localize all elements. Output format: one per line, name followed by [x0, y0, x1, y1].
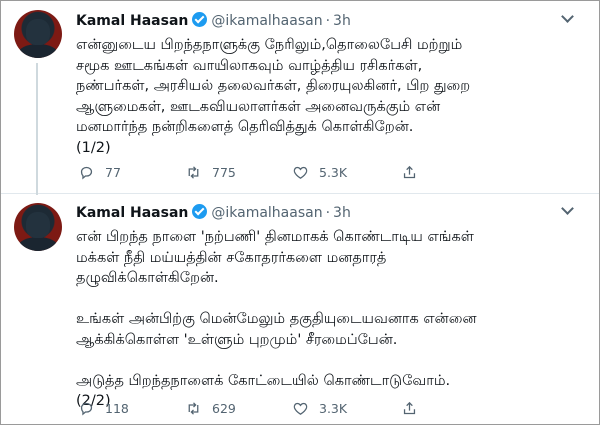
reply-button[interactable]: 118 — [78, 400, 129, 417]
share-icon — [403, 165, 416, 179]
avatar-shoulders — [18, 44, 58, 58]
verified-badge-icon — [192, 204, 208, 219]
separator-dot: · — [325, 205, 331, 221]
retweet-button[interactable]: 629 — [185, 400, 236, 417]
share-button[interactable] — [401, 164, 428, 181]
tweet-timestamp[interactable]: 3h — [333, 205, 351, 221]
retweet-count: 629 — [212, 401, 236, 416]
tweet-actions: 77 775 5.3K — [78, 164, 518, 184]
verified-badge-icon — [192, 12, 208, 27]
tweet-timestamp[interactable]: 3h — [333, 13, 351, 29]
reply-count: 118 — [105, 401, 129, 416]
like-count: 5.3K — [319, 165, 348, 180]
like-button[interactable]: 5.3K — [292, 164, 347, 181]
retweet-icon — [188, 166, 199, 179]
avatar[interactable] — [14, 203, 62, 251]
author-name[interactable]: Kamal Haasan — [76, 13, 188, 29]
share-button[interactable] — [401, 400, 428, 417]
author-name[interactable]: Kamal Haasan — [76, 205, 188, 221]
retweet-icon — [188, 402, 199, 415]
retweet-button[interactable]: 775 — [185, 164, 236, 181]
chevron-down-icon[interactable] — [559, 204, 577, 216]
reply-button[interactable]: 77 — [78, 164, 121, 181]
author-handle[interactable]: @ikamalhaasan — [211, 13, 322, 29]
avatar[interactable] — [14, 10, 62, 58]
separator-dot: · — [325, 13, 331, 29]
avatar-face — [26, 19, 50, 45]
tweet-thread: Kamal Haasan @ikamalhaasan · 3h என்னுடைய பி… — [0, 0, 600, 425]
tweet-text: என் பிறந்த நாளை 'நற்பணி' தினமாகக் கொண்டா… — [76, 229, 477, 409]
tweet-2[interactable]: Kamal Haasan @ikamalhaasan · 3h என் பிறந்த … — [1, 195, 599, 425]
share-icon — [403, 401, 416, 415]
avatar-face — [26, 212, 50, 238]
tweet-text: என்னுடைய பிறந்தநாளுக்கு நேரிலும்,தொலைபேச… — [76, 37, 471, 156]
thread-connector-line — [36, 63, 38, 195]
heart-icon — [293, 402, 308, 415]
retweet-count: 775 — [212, 165, 236, 180]
tweet-actions: 118 629 3.3K — [78, 400, 518, 420]
reply-icon — [80, 402, 93, 416]
author-handle[interactable]: @ikamalhaasan — [211, 205, 322, 221]
like-button[interactable]: 3.3K — [292, 400, 347, 417]
tweet-header: Kamal Haasan @ikamalhaasan · 3h — [76, 204, 351, 222]
reply-count: 77 — [105, 165, 121, 180]
reply-icon — [80, 166, 93, 180]
like-count: 3.3K — [319, 401, 348, 416]
heart-icon — [293, 166, 308, 179]
tweet-header: Kamal Haasan @ikamalhaasan · 3h — [76, 12, 351, 30]
tweet-1[interactable]: Kamal Haasan @ikamalhaasan · 3h என்னுடைய பி… — [1, 1, 599, 195]
avatar-shoulders — [18, 237, 58, 251]
chevron-down-icon[interactable] — [559, 12, 577, 24]
